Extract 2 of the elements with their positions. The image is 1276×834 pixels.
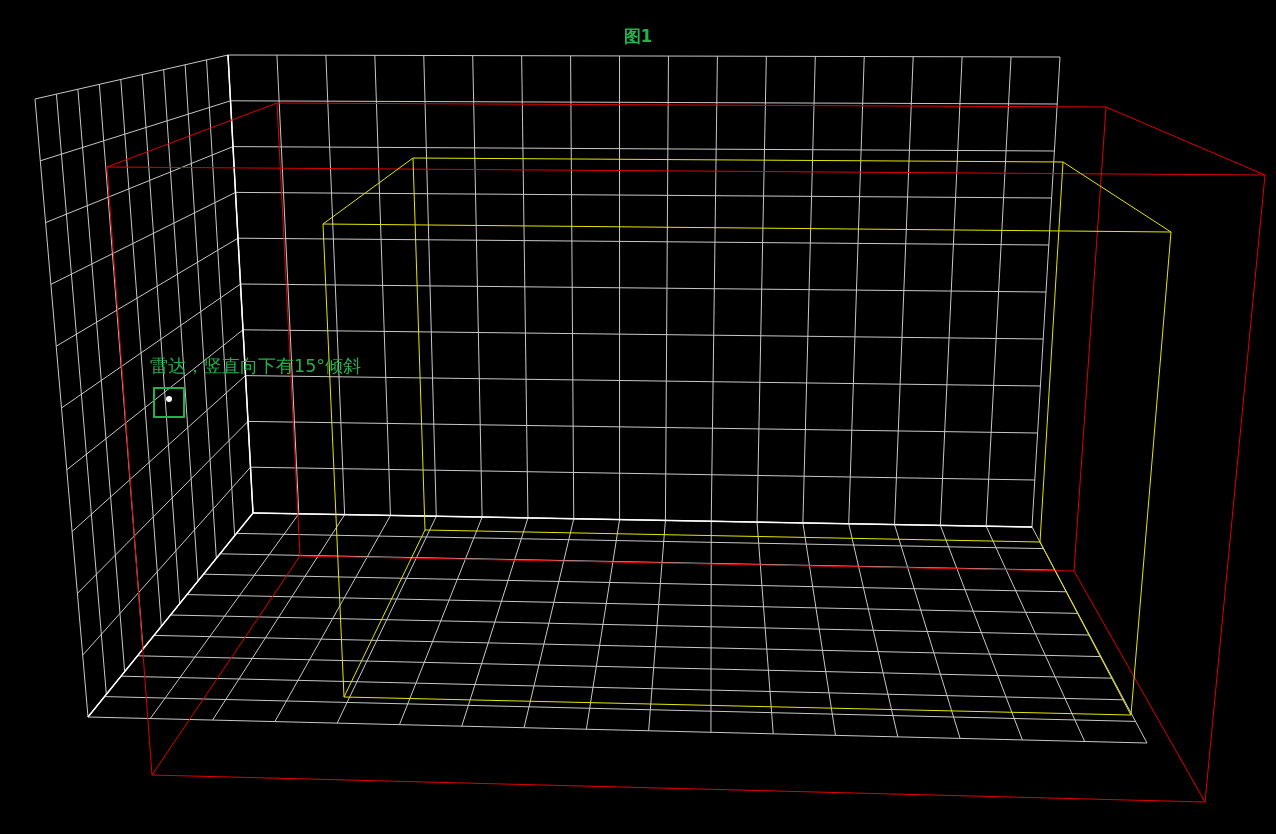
- chart-title: 图1: [623, 25, 653, 48]
- radar-marker-icon: [153, 387, 185, 418]
